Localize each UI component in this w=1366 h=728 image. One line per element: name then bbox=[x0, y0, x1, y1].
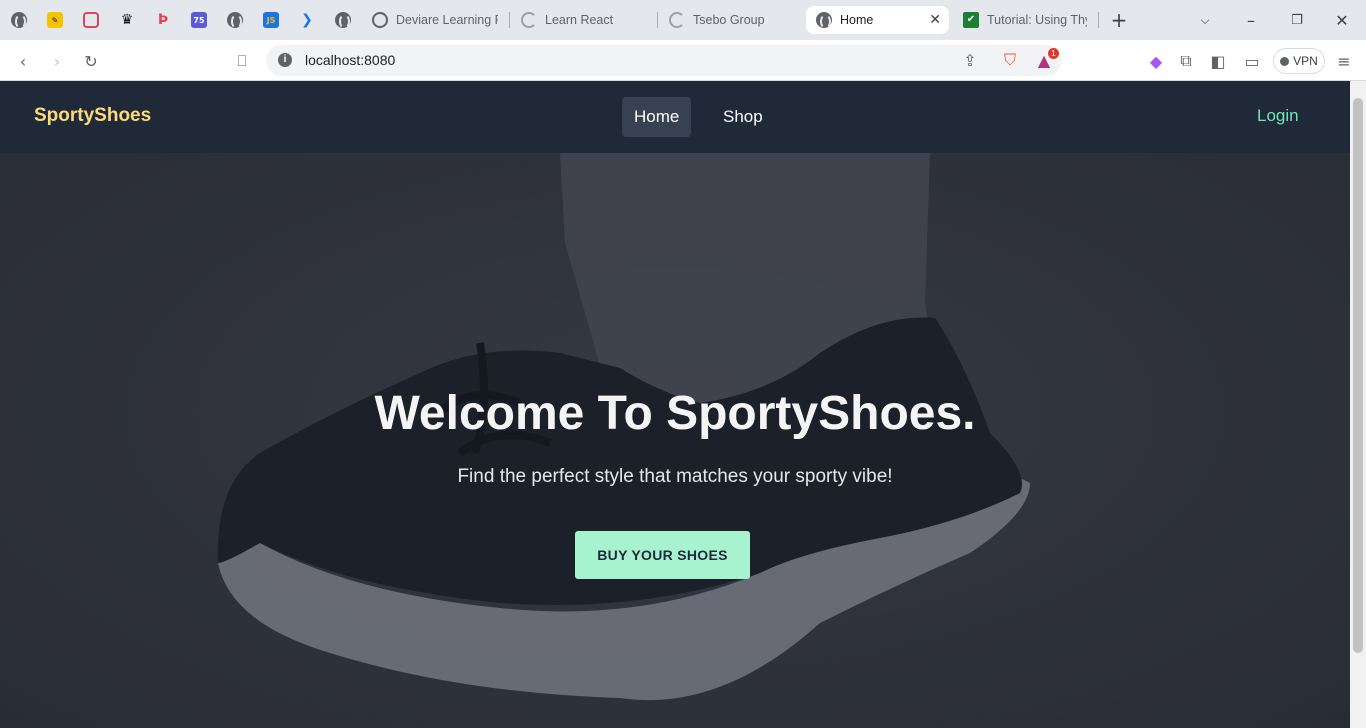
pinned-tab-p[interactable]: Þ bbox=[148, 6, 178, 34]
tab-title: Deviare Learning Pl bbox=[396, 13, 498, 27]
close-window-icon[interactable]: ✕ bbox=[1328, 6, 1356, 34]
nav-home[interactable]: Home bbox=[622, 97, 692, 137]
hero-subtitle: Find the perfect style that matches your… bbox=[457, 466, 893, 487]
pinned-tab-pen[interactable]: ✎ bbox=[40, 6, 70, 34]
vpn-status-icon bbox=[1280, 56, 1290, 66]
tab-tsebo-group[interactable]: Tsebo Group bbox=[659, 6, 805, 34]
close-tab-icon[interactable]: ✕ bbox=[929, 12, 941, 28]
terminal-icon: ❯ bbox=[301, 12, 313, 28]
browser-toolbar: ‹ › ↻ ⎕ i localhost:8080 ⇪ ⛉ ▲ 1 ◆ ⧉ ◧ ▭… bbox=[0, 40, 1366, 81]
pinned-tab-globe[interactable] bbox=[4, 6, 34, 34]
tab-deviare[interactable]: Deviare Learning Pl bbox=[362, 6, 508, 34]
globe-icon bbox=[816, 12, 832, 29]
tab-tutorial[interactable]: ✔ Tutorial: Using Thy bbox=[953, 6, 1097, 34]
vpn-button[interactable]: VPN bbox=[1273, 48, 1325, 74]
tab-divider bbox=[509, 12, 510, 28]
globe-icon bbox=[11, 12, 27, 29]
site-brand[interactable]: SportyShoes bbox=[34, 105, 151, 127]
address-text[interactable]: localhost:8080 bbox=[305, 52, 395, 68]
new-tab-icon[interactable]: + bbox=[1105, 6, 1133, 34]
page-viewport: SportyShoes Home Shop Login Welcome To S… bbox=[0, 81, 1350, 728]
tab-search-chevron-icon[interactable]: ⌵ bbox=[1191, 6, 1219, 34]
pinned-tab-terminal[interactable]: ❯ bbox=[292, 6, 322, 34]
back-icon[interactable]: ‹ bbox=[9, 47, 37, 75]
pinned-tab-js[interactable]: JS bbox=[256, 6, 286, 34]
scrollbar-thumb[interactable] bbox=[1353, 98, 1363, 653]
checkmark-icon: ✔ bbox=[963, 12, 979, 28]
site-info-icon[interactable]: i bbox=[278, 53, 292, 67]
tab-home[interactable]: Home ✕ bbox=[806, 6, 949, 34]
loading-icon bbox=[521, 12, 537, 28]
sidebar-icon[interactable]: ◧ bbox=[1204, 47, 1232, 75]
hero-section: Welcome To SportyShoes. Find the perfect… bbox=[0, 153, 1350, 728]
deviare-icon bbox=[372, 12, 388, 28]
buy-shoes-button[interactable]: BUY YOUR SHOES bbox=[575, 531, 750, 579]
leo-ai-icon[interactable]: ◆ bbox=[1142, 47, 1170, 75]
nav-shop[interactable]: Shop bbox=[711, 97, 775, 137]
pinned-tab-globe-2[interactable] bbox=[220, 6, 250, 34]
tab-divider bbox=[657, 12, 658, 28]
site-navbar: SportyShoes Home Shop Login bbox=[0, 81, 1350, 153]
page-scrollbar[interactable] bbox=[1350, 81, 1366, 728]
globe-icon bbox=[335, 12, 351, 29]
login-link[interactable]: Login bbox=[1257, 106, 1299, 126]
tab-learn-react[interactable]: Learn React bbox=[511, 6, 657, 34]
vpn-label: VPN bbox=[1293, 54, 1318, 68]
extensions-icon[interactable]: ⧉ bbox=[1172, 47, 1200, 75]
tab-title: Tutorial: Using Thy bbox=[987, 13, 1087, 27]
address-bar[interactable]: i localhost:8080 ⇪ ⛉ ▲ 1 bbox=[266, 45, 1062, 76]
brave-shields-icon[interactable]: ⛉ bbox=[996, 46, 1024, 74]
pen-icon: ✎ bbox=[47, 12, 63, 28]
tab-title: Learn React bbox=[545, 13, 614, 27]
crown-icon: ♛ bbox=[120, 12, 134, 28]
js-icon: JS bbox=[263, 12, 279, 28]
hero-title: Welcome To SportyShoes. bbox=[374, 387, 976, 440]
restore-icon[interactable]: ❐ bbox=[1283, 6, 1311, 34]
reload-icon[interactable]: ↻ bbox=[77, 47, 105, 75]
pinned-tab-crown[interactable]: ♛ bbox=[112, 6, 142, 34]
pinned-tab-75[interactable]: 75 bbox=[184, 6, 214, 34]
wallet-icon[interactable]: ▭ bbox=[1238, 47, 1266, 75]
p-logo-icon: Þ bbox=[157, 12, 169, 28]
bookmark-icon[interactable]: ⎕ bbox=[228, 47, 256, 75]
globe-icon bbox=[227, 12, 243, 29]
notification-badge: 1 bbox=[1048, 48, 1059, 59]
browser-tab-strip: ✎ ♛ Þ 75 JS ❯ Deviare Learning Pl Learn … bbox=[0, 0, 1366, 40]
tab-title: Home bbox=[840, 13, 874, 27]
cube-icon bbox=[83, 12, 99, 28]
minimize-icon[interactable]: – bbox=[1237, 6, 1265, 34]
tab-title: Tsebo Group bbox=[693, 13, 765, 27]
share-icon[interactable]: ⇪ bbox=[956, 46, 984, 74]
pinned-tab-globe-3[interactable] bbox=[328, 6, 358, 34]
forward-icon[interactable]: › bbox=[43, 47, 71, 75]
menu-icon[interactable]: ≡ bbox=[1330, 47, 1358, 75]
badge-75-icon: 75 bbox=[191, 12, 207, 28]
loading-icon bbox=[669, 12, 685, 28]
tab-divider bbox=[1098, 12, 1099, 28]
pinned-tab-cube[interactable] bbox=[76, 6, 106, 34]
